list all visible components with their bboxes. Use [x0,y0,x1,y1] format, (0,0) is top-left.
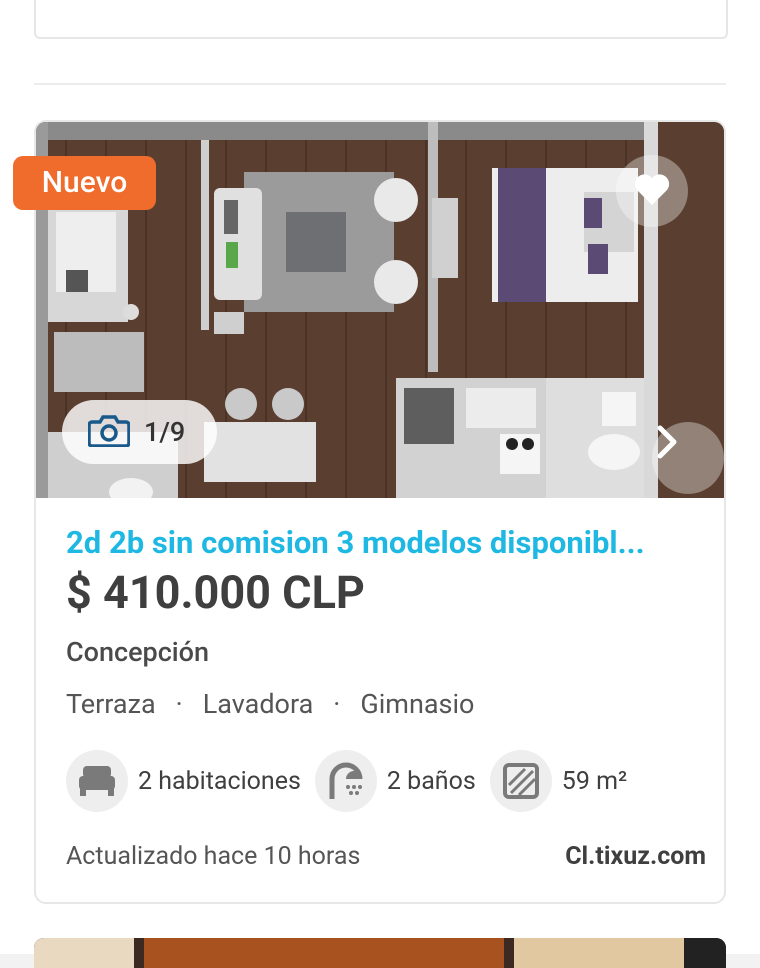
next-listing-card[interactable] [34,938,726,968]
listing-source[interactable]: Cl.tixuz.com [565,842,706,871]
next-photo-button[interactable] [652,422,724,494]
area-label: 59 m² [561,766,628,796]
photo-counter-text: 1/9 [144,416,186,448]
updated-timestamp: Actualizado hace 10 horas [66,842,361,871]
amenities-list: Terraza · Lavadora · Gimnasio [66,688,474,720]
amenity-separator: · [333,688,341,720]
bed-icon [66,750,128,812]
listing-location: Concepción [66,636,210,668]
listing-price: $ 410.000 CLP [66,566,365,619]
amenity-separator: · [175,688,183,720]
amenity: Terraza [66,688,156,720]
listing-card[interactable]: 2d 2b sin comision 3 modelos disponibl..… [34,120,726,904]
next-listing-photo [34,938,726,968]
bathrooms-feature: 2 baños [314,750,476,812]
amenity: Lavadora [202,688,314,720]
camera-icon [87,413,131,451]
divider [34,83,726,85]
page: 2d 2b sin comision 3 modelos disponibl..… [0,0,760,968]
bedrooms-label: 2 habitaciones [138,766,301,796]
amenity: Gimnasio [360,688,475,720]
new-badge: Nuevo [13,156,156,210]
listing-title[interactable]: 2d 2b sin comision 3 modelos disponibl..… [66,524,706,561]
bedrooms-feature: 2 habitaciones [66,750,301,812]
photo-counter[interactable]: 1/9 [62,400,217,464]
bathrooms-label: 2 baños [386,766,476,796]
favorite-button[interactable] [616,155,688,227]
shower-icon [314,750,377,812]
area-feature: 59 m² [489,750,628,812]
heart-icon [632,171,672,211]
previous-listing-card[interactable] [34,0,728,39]
features-row: 2 habitaciones 2 baños 59 m² [66,750,641,812]
area-icon [489,750,552,812]
